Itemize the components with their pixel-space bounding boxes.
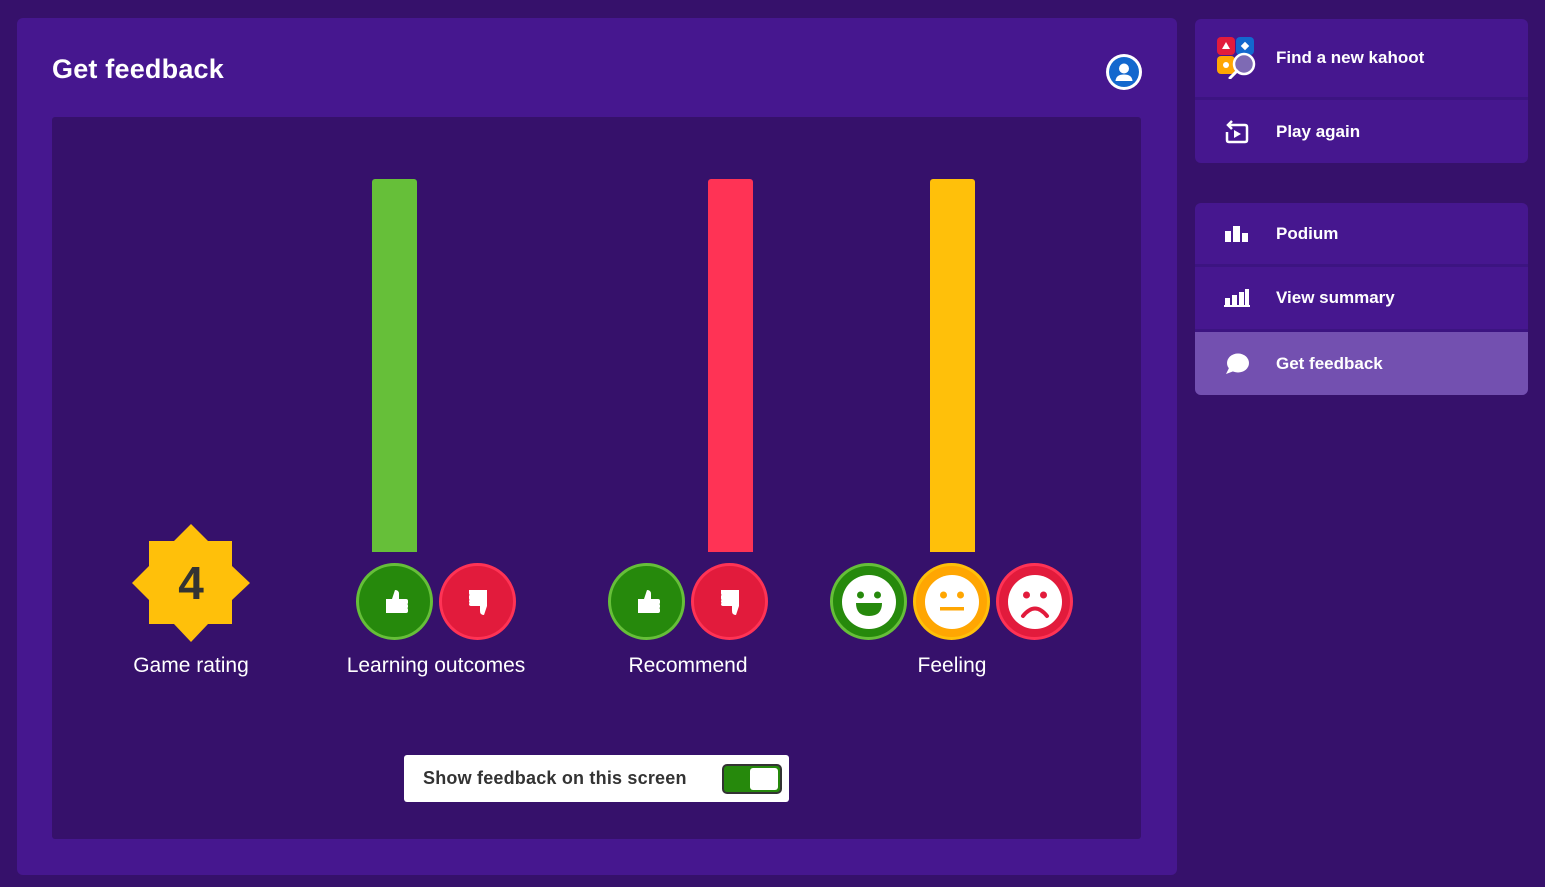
sidebar-actions-card: Find a new kahoot Play again	[1195, 19, 1528, 163]
page-title: Get feedback	[52, 54, 224, 84]
feeling-label: Feeling	[917, 654, 987, 677]
thumbs-up-icon	[385, 589, 408, 613]
thumbs-down-icon	[468, 589, 487, 615]
game-rating-label: Game rating	[133, 654, 249, 677]
view-summary-label: View summary	[1276, 288, 1395, 307]
feeling-bar	[930, 179, 975, 552]
recommend-bar	[708, 179, 753, 552]
play-again-label: Play again	[1276, 121, 1361, 141]
recommend-thumbs-down	[691, 563, 768, 640]
happy-face-icon	[841, 574, 896, 629]
feeling-sad	[996, 563, 1073, 640]
sidebar-item-get-feedback[interactable]: Get feedback	[1195, 332, 1528, 395]
feeling-neutral	[913, 563, 990, 640]
recommend-thumbs-up	[608, 563, 685, 640]
main-panel: Get feedback 4 Game rating Learning outc…	[17, 18, 1177, 875]
feeling-happy	[830, 563, 907, 640]
sidebar-item-view-summary[interactable]: View summary	[1195, 267, 1528, 332]
learning-outcomes-label: Learning outcomes	[346, 654, 526, 677]
bar-chart-icon	[1217, 278, 1257, 318]
play-again-button[interactable]: Play again	[1195, 100, 1528, 163]
find-new-kahoot-button[interactable]: Find a new kahoot	[1195, 19, 1528, 100]
get-feedback-label: Get feedback	[1276, 353, 1383, 373]
account-button[interactable]	[1106, 54, 1142, 90]
learning-outcomes-thumbs-up	[356, 563, 433, 640]
show-feedback-toggle-card: Show feedback on this screen	[404, 755, 789, 802]
show-feedback-label: Show feedback on this screen	[423, 768, 687, 788]
kahoot-search-icon	[1217, 37, 1257, 79]
sad-face-icon	[1007, 574, 1062, 629]
show-feedback-toggle[interactable]	[722, 764, 782, 794]
find-new-kahoot-label: Find a new kahoot	[1276, 48, 1425, 67]
recommend-label: Recommend	[628, 654, 748, 677]
toggle-knob	[750, 768, 778, 790]
replay-icon	[1217, 112, 1257, 152]
game-rating-value: 4	[178, 557, 204, 609]
speech-bubble-icon	[1217, 344, 1257, 384]
neutral-face-icon	[924, 574, 979, 629]
learning-outcomes-bar	[372, 179, 417, 552]
thumbs-down-icon	[720, 589, 739, 615]
sidebar-item-podium[interactable]: Podium	[1195, 203, 1528, 267]
podium-label: Podium	[1276, 223, 1339, 243]
game-rating-badge: 4	[132, 524, 250, 642]
thumbs-up-icon	[637, 589, 660, 613]
podium-icon	[1217, 214, 1257, 254]
learning-outcomes-thumbs-down	[439, 563, 516, 640]
user-account-icon	[1109, 57, 1139, 87]
feedback-results-area: 4 Game rating Learning outcomes Recommen…	[52, 117, 1141, 839]
sidebar-nav-card: Podium View summary Get feedback	[1195, 203, 1528, 395]
